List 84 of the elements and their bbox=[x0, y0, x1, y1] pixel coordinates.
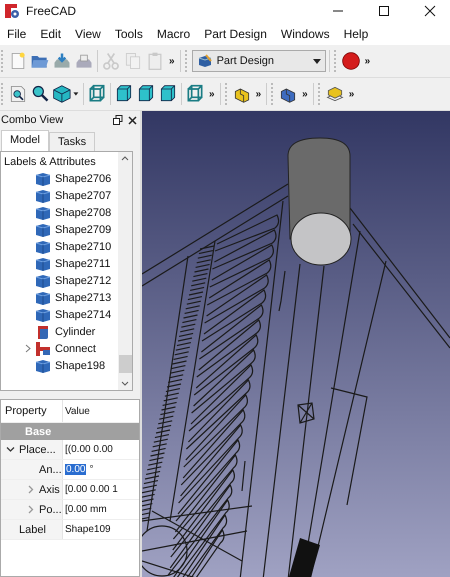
bar-drawing bbox=[288, 538, 320, 577]
property-name: Label bbox=[19, 524, 46, 536]
tree-item[interactable]: Shape2714 bbox=[55, 308, 112, 320]
overflow-chevron[interactable]: » bbox=[300, 88, 310, 100]
column-header: Property bbox=[1, 400, 63, 422]
property-value: [(0.00 0.00 bbox=[65, 444, 113, 455]
workbench-icon bbox=[196, 54, 213, 68]
float-icon[interactable] bbox=[113, 115, 123, 125]
maximize-icon[interactable] bbox=[378, 5, 390, 17]
wireframe-cube-icon[interactable] bbox=[185, 84, 205, 104]
record-icon[interactable] bbox=[340, 51, 361, 71]
menu-item[interactable]: Part Design bbox=[197, 26, 274, 40]
cube-icon[interactable] bbox=[52, 84, 80, 104]
3d-viewport[interactable] bbox=[142, 111, 450, 577]
property-name: Axis bbox=[39, 484, 60, 496]
scrollbar-thumb[interactable] bbox=[118, 355, 132, 373]
close-icon[interactable] bbox=[424, 5, 436, 17]
tree-item[interactable]: Shape2709 bbox=[55, 224, 112, 236]
cube-icon[interactable] bbox=[114, 84, 134, 104]
cube-icon bbox=[35, 204, 51, 220]
panel-tab[interactable]: Model bbox=[1, 130, 49, 151]
chevron-down-icon[interactable] bbox=[6, 445, 15, 454]
layers-icon[interactable] bbox=[324, 84, 345, 104]
overflow-chevron[interactable]: » bbox=[207, 88, 217, 100]
tree-item[interactable]: Shape2707 bbox=[55, 190, 112, 202]
tree-item[interactable]: Cylinder bbox=[55, 326, 96, 338]
property-name: An... bbox=[39, 464, 62, 476]
app-logo-icon bbox=[4, 3, 20, 19]
menu-item[interactable]: File bbox=[0, 26, 34, 40]
property-value: [0.00 0.00 1 bbox=[65, 484, 118, 495]
menu-item[interactable]: View bbox=[68, 26, 108, 40]
overflow-chevron[interactable]: » bbox=[254, 88, 264, 100]
property-value: Shape109 bbox=[65, 524, 111, 535]
chevron-right-icon[interactable] bbox=[26, 485, 35, 494]
tree-item[interactable]: Shape2708 bbox=[55, 206, 112, 218]
menu-item[interactable]: Macro bbox=[150, 26, 198, 40]
tree-item[interactable]: Shape2710 bbox=[55, 240, 112, 252]
cube-icon[interactable] bbox=[136, 84, 156, 104]
column-header: Value bbox=[64, 404, 91, 418]
menu-item[interactable]: Help bbox=[336, 26, 376, 40]
close-icon[interactable] bbox=[128, 116, 137, 124]
cube-icon bbox=[35, 238, 51, 254]
cube-icon bbox=[35, 290, 51, 306]
cube-icon bbox=[35, 222, 51, 238]
menu-item[interactable]: Windows bbox=[274, 26, 337, 40]
cylinder-icon bbox=[35, 324, 51, 340]
property-value: [0.00 mm bbox=[65, 504, 107, 515]
overflow-chevron[interactable]: » bbox=[362, 56, 372, 66]
cube-icon bbox=[35, 306, 51, 322]
cube-icon bbox=[35, 272, 51, 288]
tree-item[interactable]: Shape2712 bbox=[55, 274, 112, 286]
tree-item[interactable]: Shape2711 bbox=[55, 258, 110, 270]
chevron-right-icon[interactable] bbox=[25, 344, 31, 353]
tree-item[interactable]: Shape2713 bbox=[55, 292, 112, 304]
property-name: Place... bbox=[19, 444, 56, 456]
cube-icon bbox=[35, 170, 51, 186]
panel-title: Combo View bbox=[1, 114, 64, 126]
menu-item[interactable]: Tools bbox=[108, 26, 150, 40]
wireframe-cube-icon[interactable] bbox=[87, 84, 107, 104]
property-name: Po... bbox=[39, 504, 62, 516]
cube-icon bbox=[35, 256, 51, 272]
chevron-right-icon[interactable] bbox=[26, 505, 35, 514]
menu-item[interactable]: Edit bbox=[33, 26, 68, 40]
magnifier-icon[interactable] bbox=[30, 84, 50, 104]
connect-icon bbox=[35, 340, 51, 356]
overflow-chevron[interactable]: » bbox=[167, 56, 177, 66]
tree-item[interactable]: Shape2706 bbox=[55, 172, 112, 184]
tree-item[interactable]: Shape198 bbox=[55, 360, 106, 372]
cube-icon bbox=[35, 188, 51, 204]
scroll-down-icon[interactable] bbox=[121, 381, 129, 386]
tree-item[interactable]: Connect bbox=[55, 342, 96, 354]
window-title: FreeCAD bbox=[26, 4, 76, 18]
group-header: Base bbox=[1, 423, 139, 440]
column-header: Labels & Attributes bbox=[3, 155, 97, 170]
panel-tab[interactable]: Tasks bbox=[48, 132, 96, 151]
workbench-dropdown[interactable]: Part Design bbox=[192, 50, 326, 72]
caret-icon bbox=[312, 58, 321, 64]
unit-label: ° bbox=[89, 464, 94, 475]
value-input[interactable]: 0.00 bbox=[65, 464, 86, 475]
cube-icon bbox=[35, 358, 51, 374]
overflow-chevron[interactable]: » bbox=[346, 88, 356, 100]
scroll-up-icon[interactable] bbox=[121, 156, 129, 161]
magnifier-document-icon[interactable] bbox=[8, 84, 28, 104]
cube-icon[interactable] bbox=[158, 84, 178, 104]
